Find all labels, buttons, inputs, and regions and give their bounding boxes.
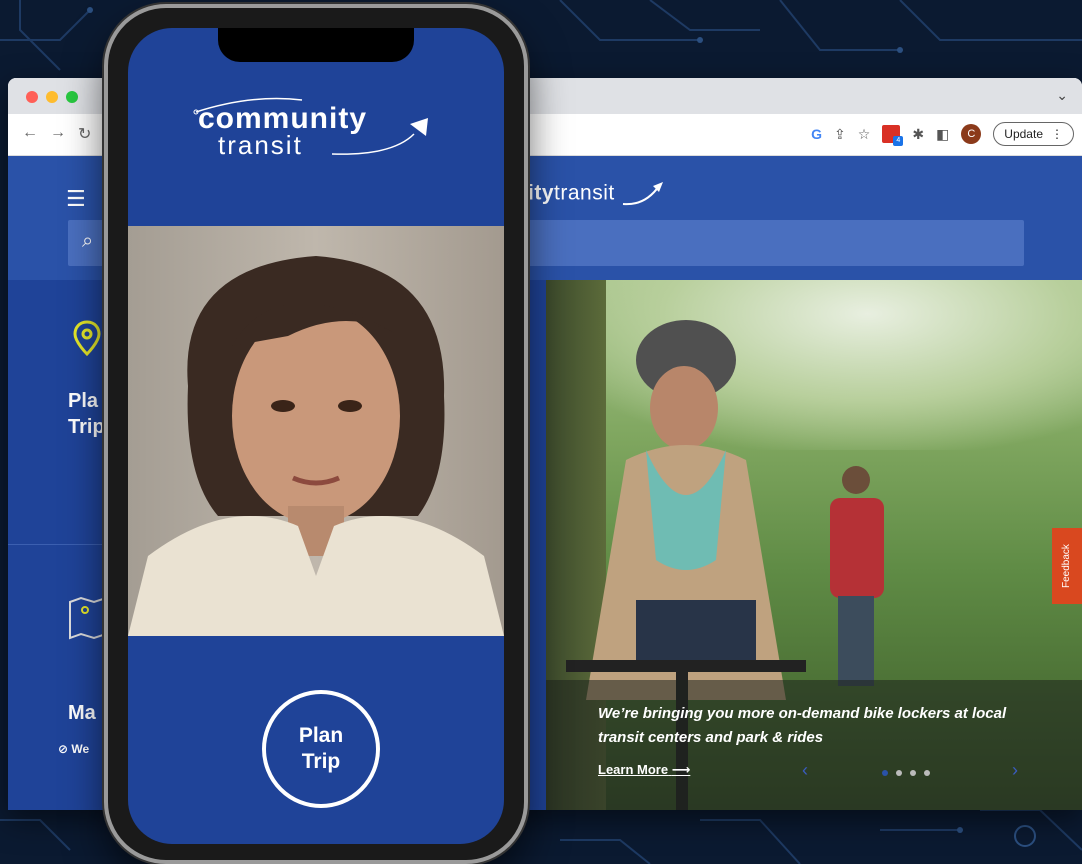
feedback-tab[interactable]: Feedback (1052, 528, 1082, 604)
check-circle-icon: ⊘ (58, 742, 69, 756)
share-icon[interactable]: ⇪ (834, 126, 846, 143)
reload-icon[interactable]: ↻ (78, 124, 91, 144)
plan-trip-card-line1: Pla (68, 390, 99, 412)
hamburger-menu-icon[interactable]: ☰ (66, 186, 86, 212)
extension-icon[interactable]: 4 (882, 125, 904, 146)
google-icon[interactable]: G (811, 126, 822, 142)
plan-trip-line2: Trip (301, 750, 341, 773)
portrait-image (128, 226, 504, 636)
update-button[interactable]: Update ⋮ (993, 122, 1074, 146)
hero-caption-box: We’re bringing you more on-demand bike l… (546, 680, 1082, 810)
carousel-prev-icon[interactable]: ‹ (802, 760, 808, 781)
carousel-next-icon[interactable]: › (1012, 760, 1018, 781)
search-icon: ⌕ (82, 230, 94, 252)
carousel-dots (882, 770, 930, 776)
bookmark-star-icon[interactable]: ☆ (858, 126, 871, 143)
maximize-window-button[interactable] (66, 91, 78, 103)
plan-trip-line1: Plan (298, 724, 344, 747)
arrow-right-icon: ⟶ (671, 762, 691, 777)
hero-caption: We’re bringing you more on-demand bike l… (598, 705, 1007, 746)
phone-device: community transit Plan Trip (104, 4, 528, 864)
site-logo-light: transit (554, 181, 615, 205)
phone-notch (218, 28, 414, 62)
phone-logo-swoosh-icon (193, 97, 428, 155)
plan-trip-button[interactable]: Plan Trip (262, 690, 380, 808)
site-logo[interactable]: itytransit (528, 180, 665, 208)
maps-card-link-text: We (71, 742, 90, 756)
phone-screen: community transit Plan Trip (128, 28, 504, 844)
logo-swoosh-icon (622, 182, 664, 206)
learn-more-label: Learn More (598, 762, 669, 777)
forward-icon[interactable]: → (50, 124, 66, 142)
sidepanel-icon[interactable]: ◧ (936, 126, 949, 143)
plan-trip-card-line2: Trip (68, 416, 105, 438)
more-vert-icon: ⋮ (1051, 127, 1063, 141)
carousel-dot[interactable] (924, 770, 930, 776)
maps-card-link[interactable]: ⊘ We (58, 742, 89, 756)
card-divider (8, 544, 108, 545)
map-pin-icon (72, 320, 102, 368)
tab-list-chevron-icon[interactable]: ⌄ (1056, 87, 1068, 104)
site-logo-bold: ity (528, 181, 555, 205)
learn-more-link[interactable]: Learn More ⟶ (598, 762, 690, 778)
maps-card[interactable]: Ma (68, 700, 96, 726)
extension-badge: 4 (893, 136, 904, 146)
minimize-window-button[interactable] (46, 91, 58, 103)
phone-logo: community transit (193, 97, 448, 161)
carousel-dot[interactable] (882, 770, 888, 776)
back-icon[interactable]: ← (22, 124, 38, 142)
map-icon (68, 596, 108, 648)
close-window-button[interactable] (26, 91, 38, 103)
carousel-dot[interactable] (896, 770, 902, 776)
profile-avatar[interactable]: C (961, 124, 982, 144)
hero-carousel: We’re bringing you more on-demand bike l… (546, 280, 1082, 810)
carousel-dot[interactable] (910, 770, 916, 776)
puzzle-icon[interactable]: ✱ (912, 126, 924, 143)
hero-pedestrian-image (830, 466, 884, 686)
plan-trip-card[interactable]: Pla Trip (68, 388, 105, 440)
update-label: Update (1004, 127, 1043, 141)
